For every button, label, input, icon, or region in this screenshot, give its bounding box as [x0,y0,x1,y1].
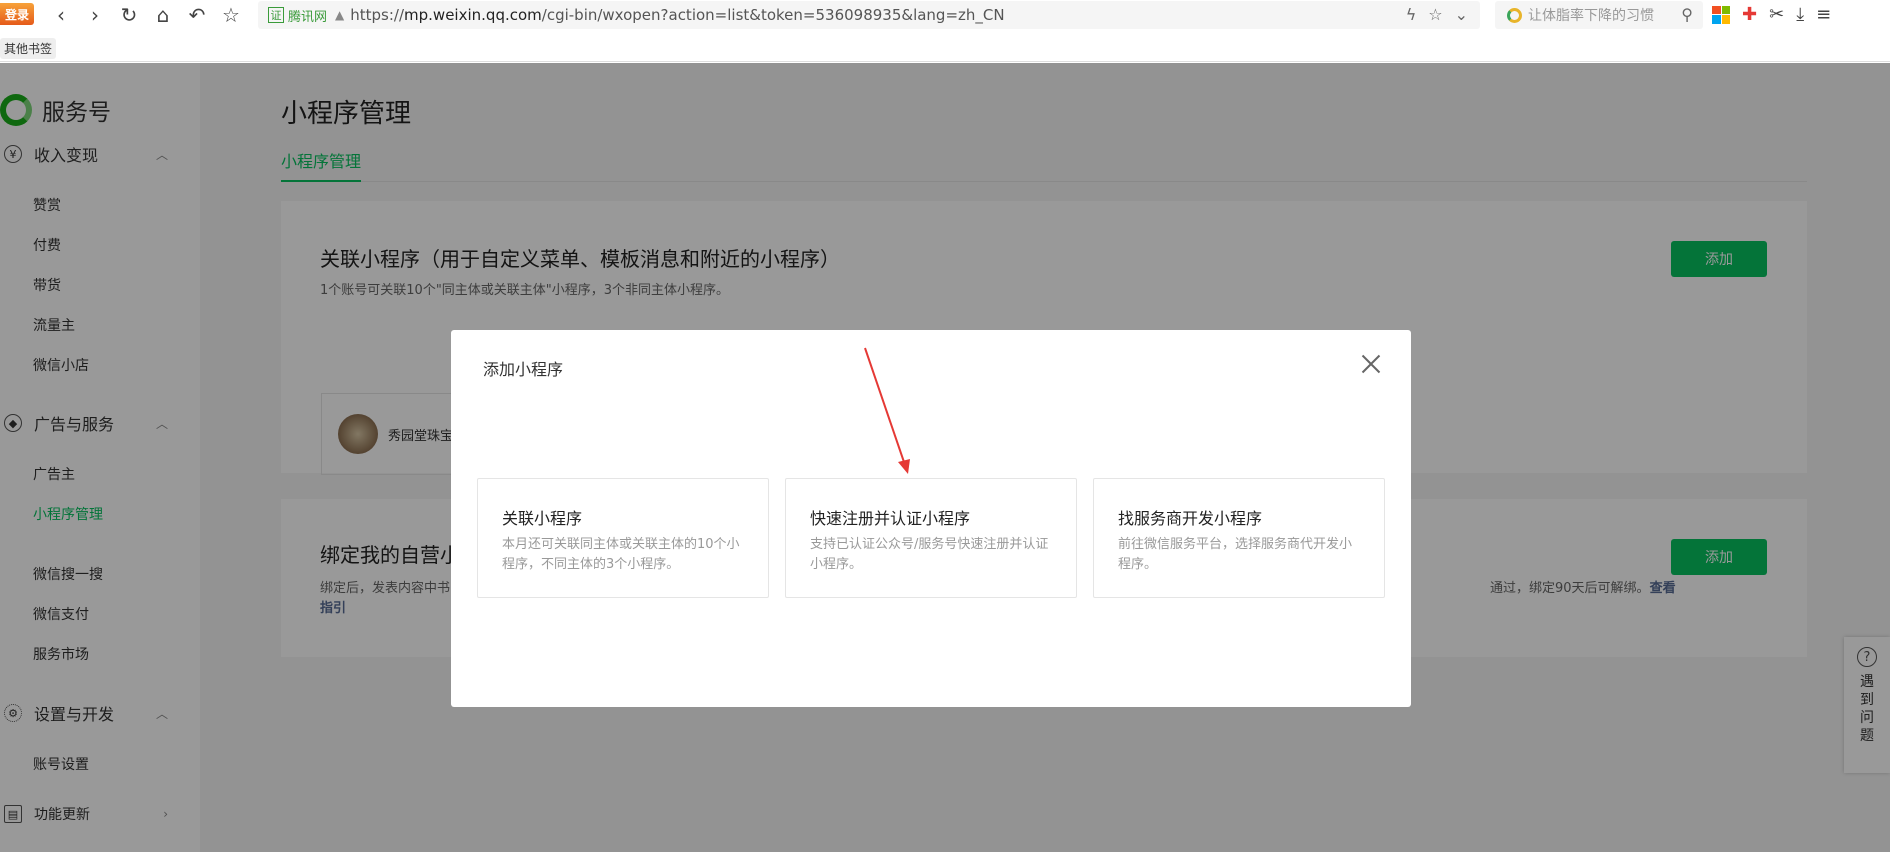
download-icon[interactable]: ⤓ [1796,4,1804,25]
undo-icon[interactable]: ↶ [184,2,210,28]
close-icon[interactable] [1359,352,1383,376]
add-miniprogram-dialog: 添加小程序 关联小程序 本月还可关联同主体或关联主体的10个小程序，不同主体的3… [451,330,1411,707]
browser-search-box[interactable]: 让体脂率下降的习惯 ⚲ [1495,1,1703,29]
dialog-title: 添加小程序 [483,360,564,379]
certificate-icon: 证 [268,7,284,23]
option-link-miniprogram[interactable]: 关联小程序 本月还可关联同主体或关联主体的10个小程序，不同主体的3个小程序。 [477,478,769,598]
search-placeholder: 让体脂率下降的习惯 [1528,8,1654,24]
secure-label: 腾讯网 [288,9,328,25]
reload-icon[interactable]: ↻ [116,2,142,28]
url-text: https://mp.weixin.qq.com/cgi-bin/wxopen?… [350,6,1005,24]
address-bar[interactable]: 证 腾讯网 ▲ https://mp.weixin.qq.com/cgi-bin… [258,1,1480,29]
menu-icon[interactable]: ≡ [1816,4,1831,25]
lock-icon: ▲ [335,8,345,22]
lightning-icon[interactable]: ϟ [1406,5,1417,24]
back-icon[interactable]: ‹ [48,2,74,28]
option-quick-register[interactable]: 快速注册并认证小程序 支持已认证公众号/服务号快速注册并认证小程序。 [785,478,1077,598]
favorite-icon[interactable]: ☆ [1428,5,1442,24]
search-engine-logo-icon [1507,7,1522,23]
scissors-icon[interactable]: ✂ [1769,4,1784,25]
game-controller-icon[interactable]: ✚ [1742,4,1757,25]
forward-icon[interactable]: › [82,2,108,28]
bookmarks-bar: 其他书签 [0,36,1890,62]
login-badge[interactable]: 登录 [0,3,34,25]
dropdown-chevron-icon[interactable]: ⌄ [1455,5,1468,24]
bookmark-star-icon[interactable]: ☆ [218,2,244,28]
browser-toolbar: 登录 ‹ › ↻ ⌂ ↶ ☆ 证 腾讯网 ▲ https://mp.weixin… [0,0,1890,30]
apps-grid-icon[interactable] [1712,5,1730,24]
option-service-provider[interactable]: 找服务商开发小程序 前往微信服务平台，选择服务商代开发小程序。 [1093,478,1385,598]
search-icon[interactable]: ⚲ [1681,5,1693,24]
bookmark-other[interactable]: 其他书签 [0,38,57,59]
home-icon[interactable]: ⌂ [150,2,176,28]
